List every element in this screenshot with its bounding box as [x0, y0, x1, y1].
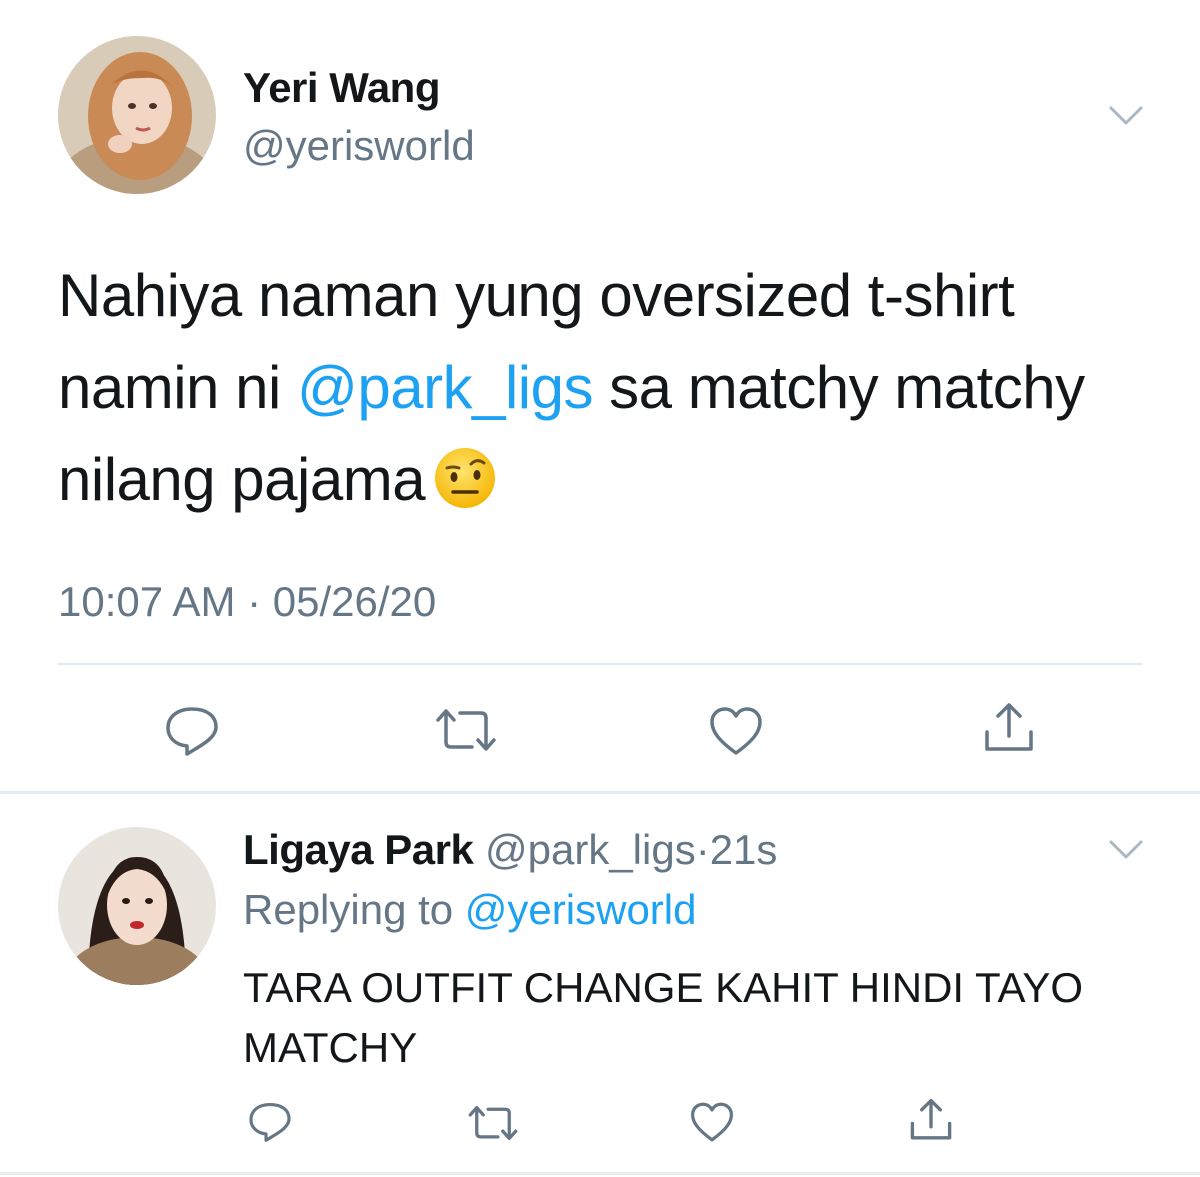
tweet-text: TARA OUTFIT CHANGE KAHIT HINDI TAYO MATC… — [243, 964, 1084, 1071]
tweet-text: Nahiya naman yung oversized t-shirt nami… — [58, 250, 1168, 526]
avatar[interactable] — [58, 36, 216, 194]
reply-header: Ligaya Park @park_ligs·21s — [243, 826, 777, 874]
chevron-down-icon[interactable] — [1108, 104, 1144, 128]
like-icon[interactable] — [689, 1101, 735, 1143]
retweet-icon[interactable] — [434, 706, 498, 754]
separator — [58, 663, 1142, 665]
avatar[interactable] — [58, 827, 216, 985]
tweet-timestamp[interactable]: 10:07 AM · 05/26/20 — [58, 578, 436, 626]
share-icon[interactable] — [909, 1098, 953, 1142]
face-with-raised-eyebrow-icon — [433, 444, 497, 508]
separator-dot: · — [695, 826, 710, 873]
author-handle[interactable]: @yerisworld — [243, 122, 475, 170]
like-icon[interactable] — [708, 705, 764, 757]
replying-to: Replying to @yerisworld — [243, 886, 696, 934]
author-name[interactable]: Yeri Wang — [243, 64, 441, 112]
chevron-down-icon[interactable] — [1108, 838, 1144, 862]
separator — [0, 1172, 1200, 1175]
reply-icon[interactable] — [163, 705, 221, 757]
mention-link[interactable]: @park_ligs — [297, 354, 594, 421]
share-icon[interactable] — [983, 702, 1035, 754]
replying-prefix: Replying to — [243, 886, 465, 933]
author-handle[interactable]: @park_ligs — [485, 826, 696, 873]
tweet-time-ago[interactable]: 21s — [710, 826, 778, 873]
author-name[interactable]: Ligaya Park — [243, 826, 474, 873]
separator — [0, 791, 1200, 794]
retweet-icon[interactable] — [467, 1103, 519, 1143]
mention-link[interactable]: @yerisworld — [465, 886, 697, 933]
reply-icon[interactable] — [247, 1101, 293, 1143]
tweet-thread: Yeri Wang @yerisworld Nahiya naman yung … — [0, 0, 1200, 1177]
